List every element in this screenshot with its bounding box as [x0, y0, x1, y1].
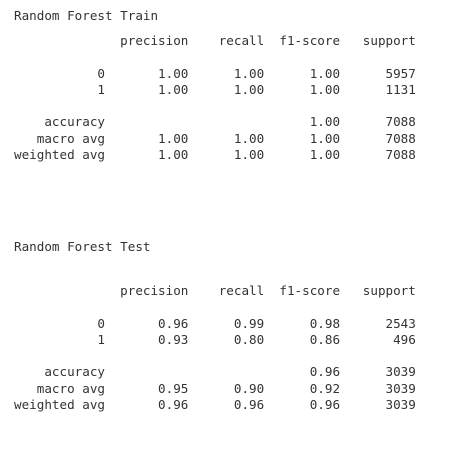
train-report-title: Random Forest Train	[14, 8, 159, 23]
train-classification-report: precision recall f1-score support 0 1.00…	[14, 33, 416, 163]
test-classification-report: precision recall f1-score support 0 0.96…	[14, 283, 416, 413]
test-report-title: Random Forest Test	[14, 239, 151, 254]
